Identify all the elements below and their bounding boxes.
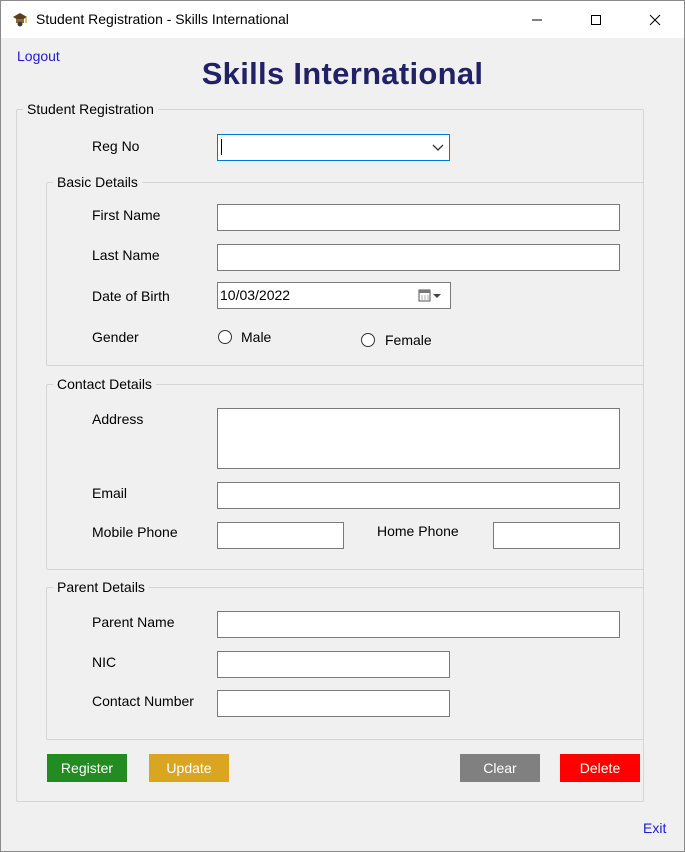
male-radio[interactable] <box>218 330 232 344</box>
calendar-dropdown-icon[interactable] <box>418 288 444 304</box>
window-title: Student Registration - Skills Internatio… <box>36 11 289 27</box>
title-bar: Student Registration - Skills Internatio… <box>1 1 684 38</box>
basic-details-legend: Basic Details <box>53 174 142 190</box>
address-textarea[interactable] <box>217 408 620 469</box>
nic-label: NIC <box>92 654 117 670</box>
minimize-icon <box>532 19 542 20</box>
first-name-input[interactable] <box>217 204 620 231</box>
address-label: Address <box>92 411 144 427</box>
male-label[interactable]: Male <box>241 329 271 345</box>
close-icon <box>649 14 661 25</box>
nic-input[interactable] <box>217 651 450 678</box>
register-button[interactable]: Register <box>47 754 127 782</box>
first-name-label: First Name <box>92 207 161 223</box>
update-button[interactable]: Update <box>149 754 229 782</box>
parent-name-label: Parent Name <box>92 614 175 630</box>
maximize-icon <box>591 14 601 25</box>
email-label: Email <box>92 485 128 501</box>
last-name-input[interactable] <box>217 244 620 271</box>
reg-no-combobox[interactable] <box>217 134 450 161</box>
close-button[interactable] <box>632 1 678 38</box>
parent-name-input[interactable] <box>217 611 620 638</box>
gender-label: Gender <box>92 329 139 345</box>
parent-details-legend: Parent Details <box>53 579 149 595</box>
contact-number-label: Contact Number <box>92 693 194 709</box>
minimize-button[interactable] <box>514 1 560 38</box>
reg-no-label: Reg No <box>92 138 140 154</box>
text-caret <box>221 139 222 155</box>
delete-button[interactable]: Delete <box>560 754 640 782</box>
home-phone-label: Home Phone <box>377 523 459 539</box>
app-heading: Skills International <box>201 56 484 91</box>
exit-link[interactable]: Exit <box>643 820 666 836</box>
dob-label: Date of Birth <box>92 288 170 304</box>
female-radio[interactable] <box>361 333 375 347</box>
email-input[interactable] <box>217 482 620 509</box>
maximize-button[interactable] <box>573 1 619 38</box>
mobile-phone-label: Mobile Phone <box>92 524 178 540</box>
home-phone-input[interactable] <box>493 522 620 549</box>
chevron-down-icon <box>432 144 444 151</box>
dob-datepicker[interactable]: 10/03/2022 <box>217 282 451 309</box>
female-label[interactable]: Female <box>385 332 432 348</box>
dob-value: 10/03/2022 <box>220 287 291 303</box>
student-registration-legend: Student Registration <box>23 101 158 117</box>
contact-details-legend: Contact Details <box>53 376 156 392</box>
contact-number-input[interactable] <box>217 690 450 717</box>
mobile-phone-input[interactable] <box>217 522 344 549</box>
student-icon <box>11 10 29 28</box>
clear-button[interactable]: Clear <box>460 754 540 782</box>
last-name-label: Last Name <box>92 247 160 263</box>
